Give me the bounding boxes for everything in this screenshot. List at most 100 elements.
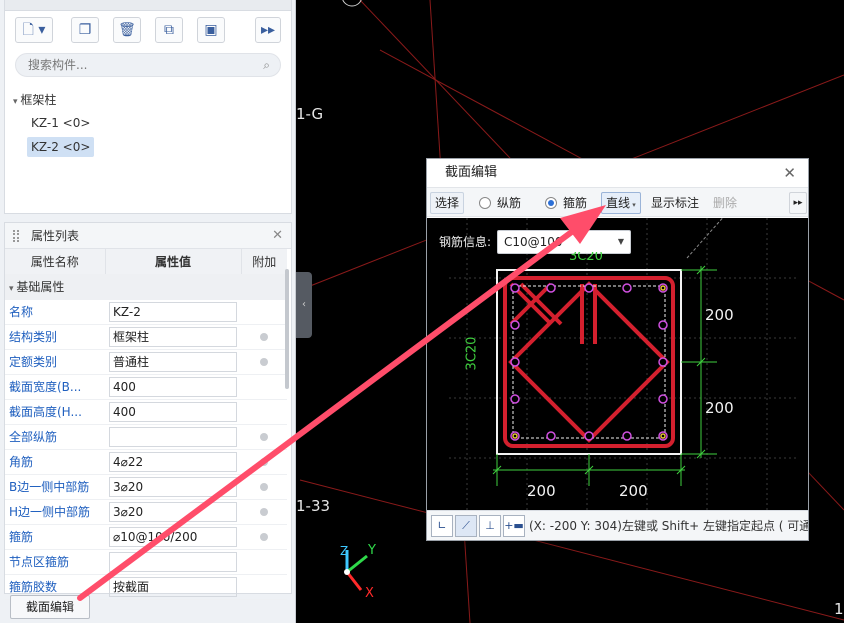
dialog-title-text: 截面编辑 <box>445 165 498 180</box>
delete-icon[interactable]: 🗑 <box>113 17 141 43</box>
extra-toggle-icon[interactable] <box>260 432 268 441</box>
property-value[interactable]: 400 <box>105 399 241 425</box>
property-extra[interactable] <box>241 474 287 500</box>
property-value-field[interactable]: 按截面 <box>109 576 237 597</box>
property-row[interactable]: 截面宽度(B... 400 <box>5 374 287 400</box>
sidebar-collapse-handle[interactable]: ‹ <box>296 272 312 338</box>
property-scrollbar[interactable] <box>285 269 289 389</box>
component-toolbar: 🗋 ▾ ❐ 🗑 ⧉ ▣ ▸▸ <box>15 17 281 45</box>
property-extra[interactable] <box>241 499 287 525</box>
property-value-field[interactable] <box>109 551 237 572</box>
property-value-field[interactable]: 普通柱 <box>109 351 237 372</box>
property-extra[interactable] <box>241 449 287 475</box>
section-drawing[interactable] <box>427 218 808 510</box>
copy-icon[interactable]: ❐ <box>71 17 99 43</box>
property-extra[interactable] <box>241 299 287 325</box>
property-value[interactable]: ⌀10@100/200 <box>105 524 241 550</box>
add-offset-icon[interactable]: +▬ <box>503 515 525 537</box>
left-sidebar: 🗋 ▾ ❐ 🗑 ⧉ ▣ ▸▸ 搜索构件... ⌕ ▾ 框架柱 KZ-1 <0> … <box>0 0 296 623</box>
tree-root-label: 框架柱 <box>20 93 57 107</box>
property-value[interactable]: 普通柱 <box>105 349 241 375</box>
property-row[interactable]: B边一侧中部筋 3⌀20 <box>5 474 287 500</box>
property-value[interactable]: 3⌀20 <box>105 474 241 500</box>
close-icon[interactable]: ✕ <box>272 223 283 249</box>
line-dropdown[interactable]: 直线 ▾ <box>601 192 641 214</box>
search-input[interactable]: 搜索构件... ⌕ <box>15 53 281 77</box>
axis-label-1: 1 <box>834 600 844 618</box>
select-button[interactable]: 选择 <box>430 192 465 214</box>
property-row[interactable]: 截面高度(H... 400 <box>5 399 287 425</box>
property-value[interactable]: 4⌀22 <box>105 449 241 475</box>
property-value-field[interactable]: 400 <box>109 401 237 422</box>
extra-toggle-icon[interactable] <box>260 332 268 341</box>
tree-item-kz1[interactable]: KZ-1 <0> <box>27 113 94 133</box>
property-row[interactable]: 全部纵筋 <box>5 424 287 450</box>
dim-bottom-left: 200 <box>527 482 556 500</box>
property-row[interactable]: 箍筋 ⌀10@100/200 <box>5 524 287 550</box>
new-component-button[interactable]: 🗋 ▾ <box>15 17 53 43</box>
line-mode-icon[interactable]: ⟋ <box>455 515 477 537</box>
property-row[interactable]: 节点区箍筋 <box>5 549 287 575</box>
more-icon[interactable]: ▸▸ <box>255 17 281 43</box>
property-row[interactable]: 结构类别 框架柱 <box>5 324 287 350</box>
property-extra[interactable] <box>241 349 287 375</box>
property-extra[interactable] <box>241 524 287 550</box>
show-label-button[interactable]: 显示标注 <box>651 194 699 212</box>
section-drawing-canvas[interactable]: 钢筋信息: C10@100 ▼ 3C20 3C20 200 200 200 20… <box>427 218 808 510</box>
duplicate-icon[interactable]: ⧉ <box>155 17 183 43</box>
property-value[interactable]: 按截面 <box>105 574 241 600</box>
axis-label-1g: 1-G <box>296 105 324 123</box>
stirrup-radio[interactable]: 箍筋 <box>545 194 587 212</box>
property-extra[interactable] <box>241 324 287 350</box>
extra-toggle-icon[interactable] <box>260 507 268 516</box>
perpendicular-icon[interactable]: ⊥ <box>479 515 501 537</box>
left-rebar-label: 3C20 <box>464 336 480 371</box>
drag-grip-icon[interactable] <box>13 230 19 242</box>
property-value-field[interactable]: 400 <box>109 376 237 397</box>
property-value[interactable] <box>105 549 241 575</box>
property-value[interactable] <box>105 424 241 450</box>
rebar-info-select[interactable]: C10@100 ▼ <box>497 230 631 254</box>
property-row[interactable]: 名称 KZ-2 <box>5 299 287 325</box>
property-value-field[interactable]: ⌀10@100/200 <box>109 526 237 547</box>
extra-toggle-icon[interactable] <box>260 482 268 491</box>
close-icon[interactable]: ✕ <box>783 159 796 187</box>
property-extra[interactable] <box>241 374 287 400</box>
group-label-text: 基础属性 <box>16 280 65 294</box>
property-extra[interactable] <box>241 399 287 425</box>
property-value-field[interactable]: KZ-2 <box>109 301 237 322</box>
chevron-down-icon: ▼ <box>617 237 624 246</box>
property-value-field[interactable]: 3⌀20 <box>109 476 237 497</box>
property-value-field[interactable] <box>109 426 237 447</box>
property-value-field[interactable]: 4⌀22 <box>109 451 237 472</box>
section-edit-button[interactable]: 截面编辑 <box>10 595 90 619</box>
property-value[interactable]: 400 <box>105 374 241 400</box>
property-name: 名称 <box>5 299 105 325</box>
extra-toggle-icon[interactable] <box>260 457 268 466</box>
property-value[interactable]: KZ-2 <box>105 299 241 325</box>
longitudinal-radio[interactable]: 纵筋 <box>479 194 521 212</box>
property-panel-title-text: 属性列表 <box>31 229 80 243</box>
delete-button[interactable]: 删除 <box>713 194 737 212</box>
property-row[interactable]: 角筋 4⌀22 <box>5 449 287 475</box>
import-icon[interactable]: ▣ <box>197 17 225 43</box>
stirrup-label: 箍筋 <box>563 196 588 210</box>
more-icon[interactable]: ▸▸ <box>789 192 807 214</box>
property-row[interactable]: 定额类别 普通柱 <box>5 349 287 375</box>
property-extra[interactable] <box>241 549 287 575</box>
ortho-corner-icon[interactable]: ∟ <box>431 515 453 537</box>
extra-toggle-icon[interactable] <box>260 532 268 541</box>
property-row[interactable]: H边一侧中部筋 3⌀20 <box>5 499 287 525</box>
property-extra[interactable] <box>241 574 287 600</box>
property-value-field[interactable]: 框架柱 <box>109 326 237 347</box>
group-row[interactable]: ▾ 基础属性 <box>5 274 287 300</box>
extra-toggle-icon[interactable] <box>260 357 268 366</box>
property-value-field[interactable]: 3⌀20 <box>109 501 237 522</box>
property-extra[interactable] <box>241 424 287 450</box>
tree-item-kz2[interactable]: KZ-2 <0> <box>27 137 95 157</box>
property-value[interactable]: 3⌀20 <box>105 499 241 525</box>
group-label: ▾ 基础属性 <box>5 274 287 300</box>
tree-root[interactable]: ▾ 框架柱 <box>13 91 56 108</box>
rebar-info-value: C10@100 <box>504 235 563 249</box>
property-value[interactable]: 框架柱 <box>105 324 241 350</box>
